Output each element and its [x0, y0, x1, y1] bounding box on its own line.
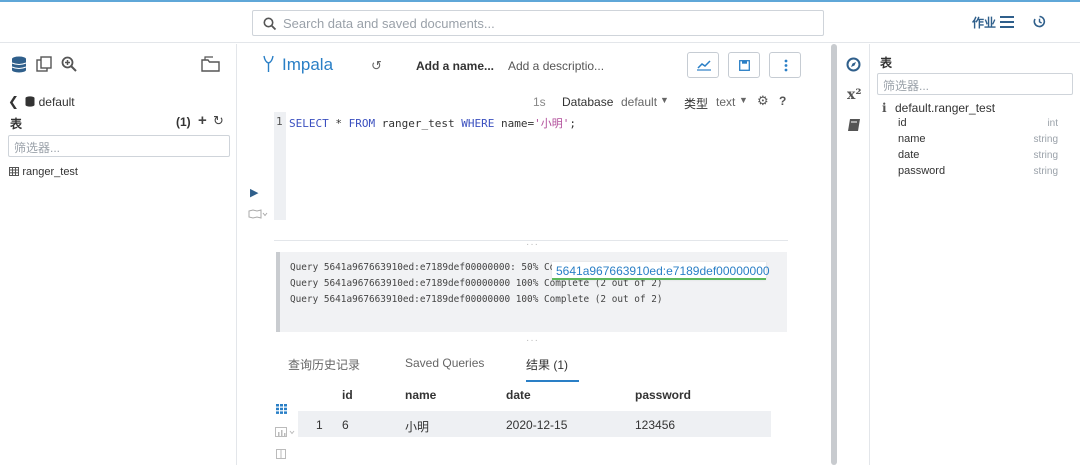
database-dropdown-icon[interactable]: ▼	[660, 95, 669, 105]
column-type: string	[1033, 166, 1058, 177]
line-number: 1	[276, 115, 283, 128]
tab-query-history[interactable]: 查询历史记录	[288, 356, 360, 373]
column-type: string	[1033, 134, 1058, 145]
top-bar: Search data and saved documents... 作业	[0, 0, 1080, 43]
columns-view-icon[interactable]	[276, 449, 286, 459]
column-header-date[interactable]: date	[506, 388, 531, 402]
documents-icon[interactable]	[36, 56, 53, 72]
query-history-icon[interactable]: ↺	[371, 58, 382, 74]
sql-string-literal: '小明'	[534, 117, 570, 130]
database-select[interactable]: default	[621, 95, 657, 109]
column-name[interactable]: date	[898, 149, 919, 161]
table-filter-placeholder: 筛选器...	[14, 141, 61, 155]
table-list-item-label: ranger_test	[22, 166, 78, 178]
search-input[interactable]: Search data and saved documents...	[252, 10, 824, 36]
help-icon[interactable]: ?	[779, 94, 786, 108]
bar-chart-view-icon[interactable]	[275, 427, 297, 437]
type-label: 类型	[684, 97, 709, 111]
right-filter-placeholder: 筛选器...	[883, 79, 930, 93]
database-name: default	[38, 95, 75, 109]
chart-button[interactable]	[687, 52, 719, 78]
right-icon-column	[838, 44, 870, 465]
grid-view-icon[interactable]	[276, 404, 287, 414]
column-name[interactable]: name	[898, 133, 926, 145]
column-name[interactable]: password	[898, 165, 945, 177]
column-header-id[interactable]: id	[342, 388, 353, 402]
sql-text-table: ranger_test	[375, 117, 462, 130]
tab-saved-queries[interactable]: Saved Queries	[405, 356, 484, 370]
info-icon[interactable]: i	[882, 101, 887, 115]
database-icon[interactable]	[11, 56, 27, 73]
sql-keyword-where: WHERE	[461, 117, 495, 130]
search-placeholder: Search data and saved documents...	[283, 16, 495, 31]
splitter-handle-bottom[interactable]: ···	[526, 335, 539, 346]
add-icon[interactable]: +	[198, 112, 207, 129]
function-icon[interactable]: x²	[847, 87, 861, 103]
editor-gutter	[274, 112, 286, 220]
jobs-list-icon[interactable]	[1000, 16, 1014, 28]
back-chevron-icon[interactable]: ❮	[8, 94, 19, 109]
tables-count: (1)	[176, 115, 191, 129]
save-icon	[739, 60, 750, 71]
right-panel-title: 表	[880, 56, 893, 70]
execution-time: 1s	[533, 95, 546, 109]
row-index: 1	[316, 418, 323, 432]
column-name[interactable]: id	[898, 117, 907, 129]
save-button[interactable]	[728, 52, 760, 78]
query-description-input[interactable]: Add a descriptio...	[508, 59, 604, 73]
column-header-password[interactable]: password	[635, 388, 691, 402]
engine-title[interactable]: Impala	[282, 55, 333, 75]
cell-date[interactable]: 2020-12-15	[506, 418, 567, 432]
refresh-icon[interactable]: ↻	[213, 113, 224, 129]
vertical-dots-icon	[784, 59, 788, 72]
column-type: int	[1047, 118, 1058, 129]
compass-icon[interactable]	[846, 57, 861, 72]
table-filter-input[interactable]: 筛选器...	[8, 135, 230, 157]
history-icon[interactable]	[1033, 15, 1046, 28]
database-breadcrumb[interactable]: ❮ default	[8, 94, 75, 110]
sql-keyword-select: SELECT	[289, 117, 329, 130]
table-full-name[interactable]: default.ranger_test	[895, 101, 995, 115]
database-label: Database	[562, 95, 614, 109]
search-icon	[263, 17, 277, 31]
top-accent-line	[0, 0, 1080, 2]
line-chart-icon	[697, 60, 711, 71]
cell-password[interactable]: 123456	[635, 418, 675, 432]
book-icon[interactable]	[847, 118, 861, 132]
column-type: string	[1033, 150, 1058, 161]
zoom-in-icon[interactable]	[61, 56, 77, 72]
jobs-link[interactable]: 作业	[972, 14, 996, 31]
cell-name[interactable]: 小明	[405, 418, 429, 435]
cell-id[interactable]: 6	[342, 418, 349, 432]
vertical-scrollbar[interactable]	[831, 44, 837, 465]
tables-label: 表	[10, 117, 23, 131]
folder-icon[interactable]	[201, 56, 220, 72]
sql-editor[interactable]: SELECT * FROM ranger_test WHERE name='小明…	[289, 115, 576, 131]
sql-text-condition: name=	[494, 117, 535, 130]
log-line: Query 5641a967663910ed:e7189def00000000 …	[290, 294, 663, 305]
query-id-tooltip[interactable]: 5641a967663910ed:e7189def00000000	[552, 262, 770, 280]
settings-gear-icon[interactable]: ⚙	[757, 93, 769, 109]
table-icon	[9, 167, 19, 176]
type-select[interactable]: text	[716, 95, 735, 109]
map-icon[interactable]	[248, 209, 268, 219]
execute-play-icon[interactable]: ▶	[250, 186, 258, 199]
database-small-icon	[25, 96, 35, 107]
column-header-name[interactable]: name	[405, 388, 436, 402]
table-list-item[interactable]: ranger_test	[9, 164, 78, 178]
type-dropdown-icon[interactable]: ▼	[739, 95, 748, 105]
right-filter-input[interactable]: 筛选器...	[877, 73, 1073, 95]
query-name-input[interactable]: Add a name...	[416, 59, 494, 73]
sql-text-star: *	[328, 117, 349, 130]
sql-semicolon: ;	[569, 117, 576, 130]
more-options-button[interactable]	[769, 52, 801, 78]
column-list: id int name string date string password …	[870, 115, 1080, 179]
splitter-handle[interactable]: ···	[526, 239, 539, 250]
left-assist-panel: ❮ default 表 (1) + ↻ 筛选器... ranger_test	[0, 44, 237, 465]
sql-keyword-from: FROM	[348, 117, 376, 130]
impala-icon	[263, 55, 274, 72]
tab-results[interactable]: 结果 (1)	[526, 356, 579, 382]
